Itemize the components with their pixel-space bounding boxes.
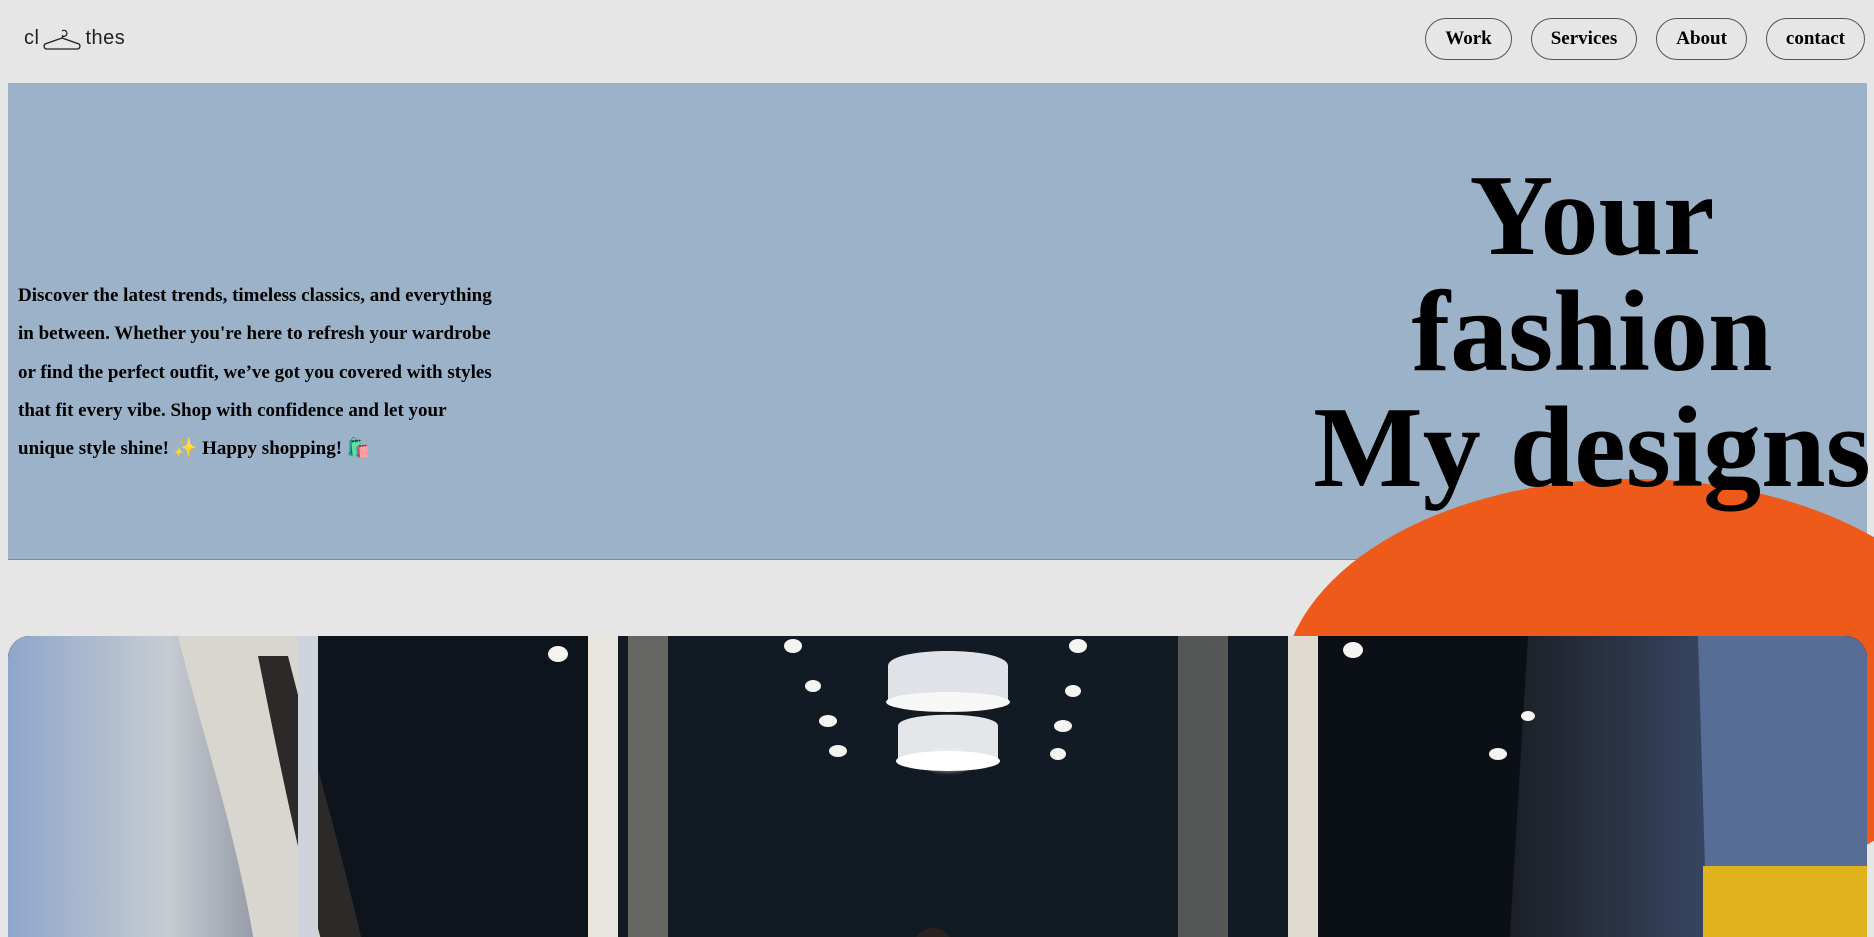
hero-title-line-2: fashion (1411, 268, 1773, 396)
hero-title: Your fashion My designs (1312, 158, 1872, 506)
store-interior-photo (8, 636, 1867, 937)
nav-work-button[interactable]: Work (1425, 18, 1512, 60)
site-header: cl thes Work Services About contact (0, 0, 1874, 83)
hero-description: Discover the latest trends, timeless cla… (18, 285, 492, 460)
nav-about-button[interactable]: About (1656, 18, 1747, 60)
hero-title-line-3: My designs (1313, 384, 1871, 512)
logo-text-left: cl (24, 27, 40, 49)
hero-title-line-1: Your (1469, 152, 1715, 280)
main-nav: Work Services About contact (1425, 18, 1865, 60)
site-logo[interactable]: cl thes (24, 27, 125, 50)
page: cl thes Work Services About contact Disc… (0, 0, 1874, 937)
logo-text-right: thes (85, 27, 126, 49)
hanger-icon (41, 28, 83, 50)
nav-contact-button[interactable]: contact (1765, 18, 1865, 60)
nav-services-button[interactable]: Services (1530, 18, 1638, 60)
